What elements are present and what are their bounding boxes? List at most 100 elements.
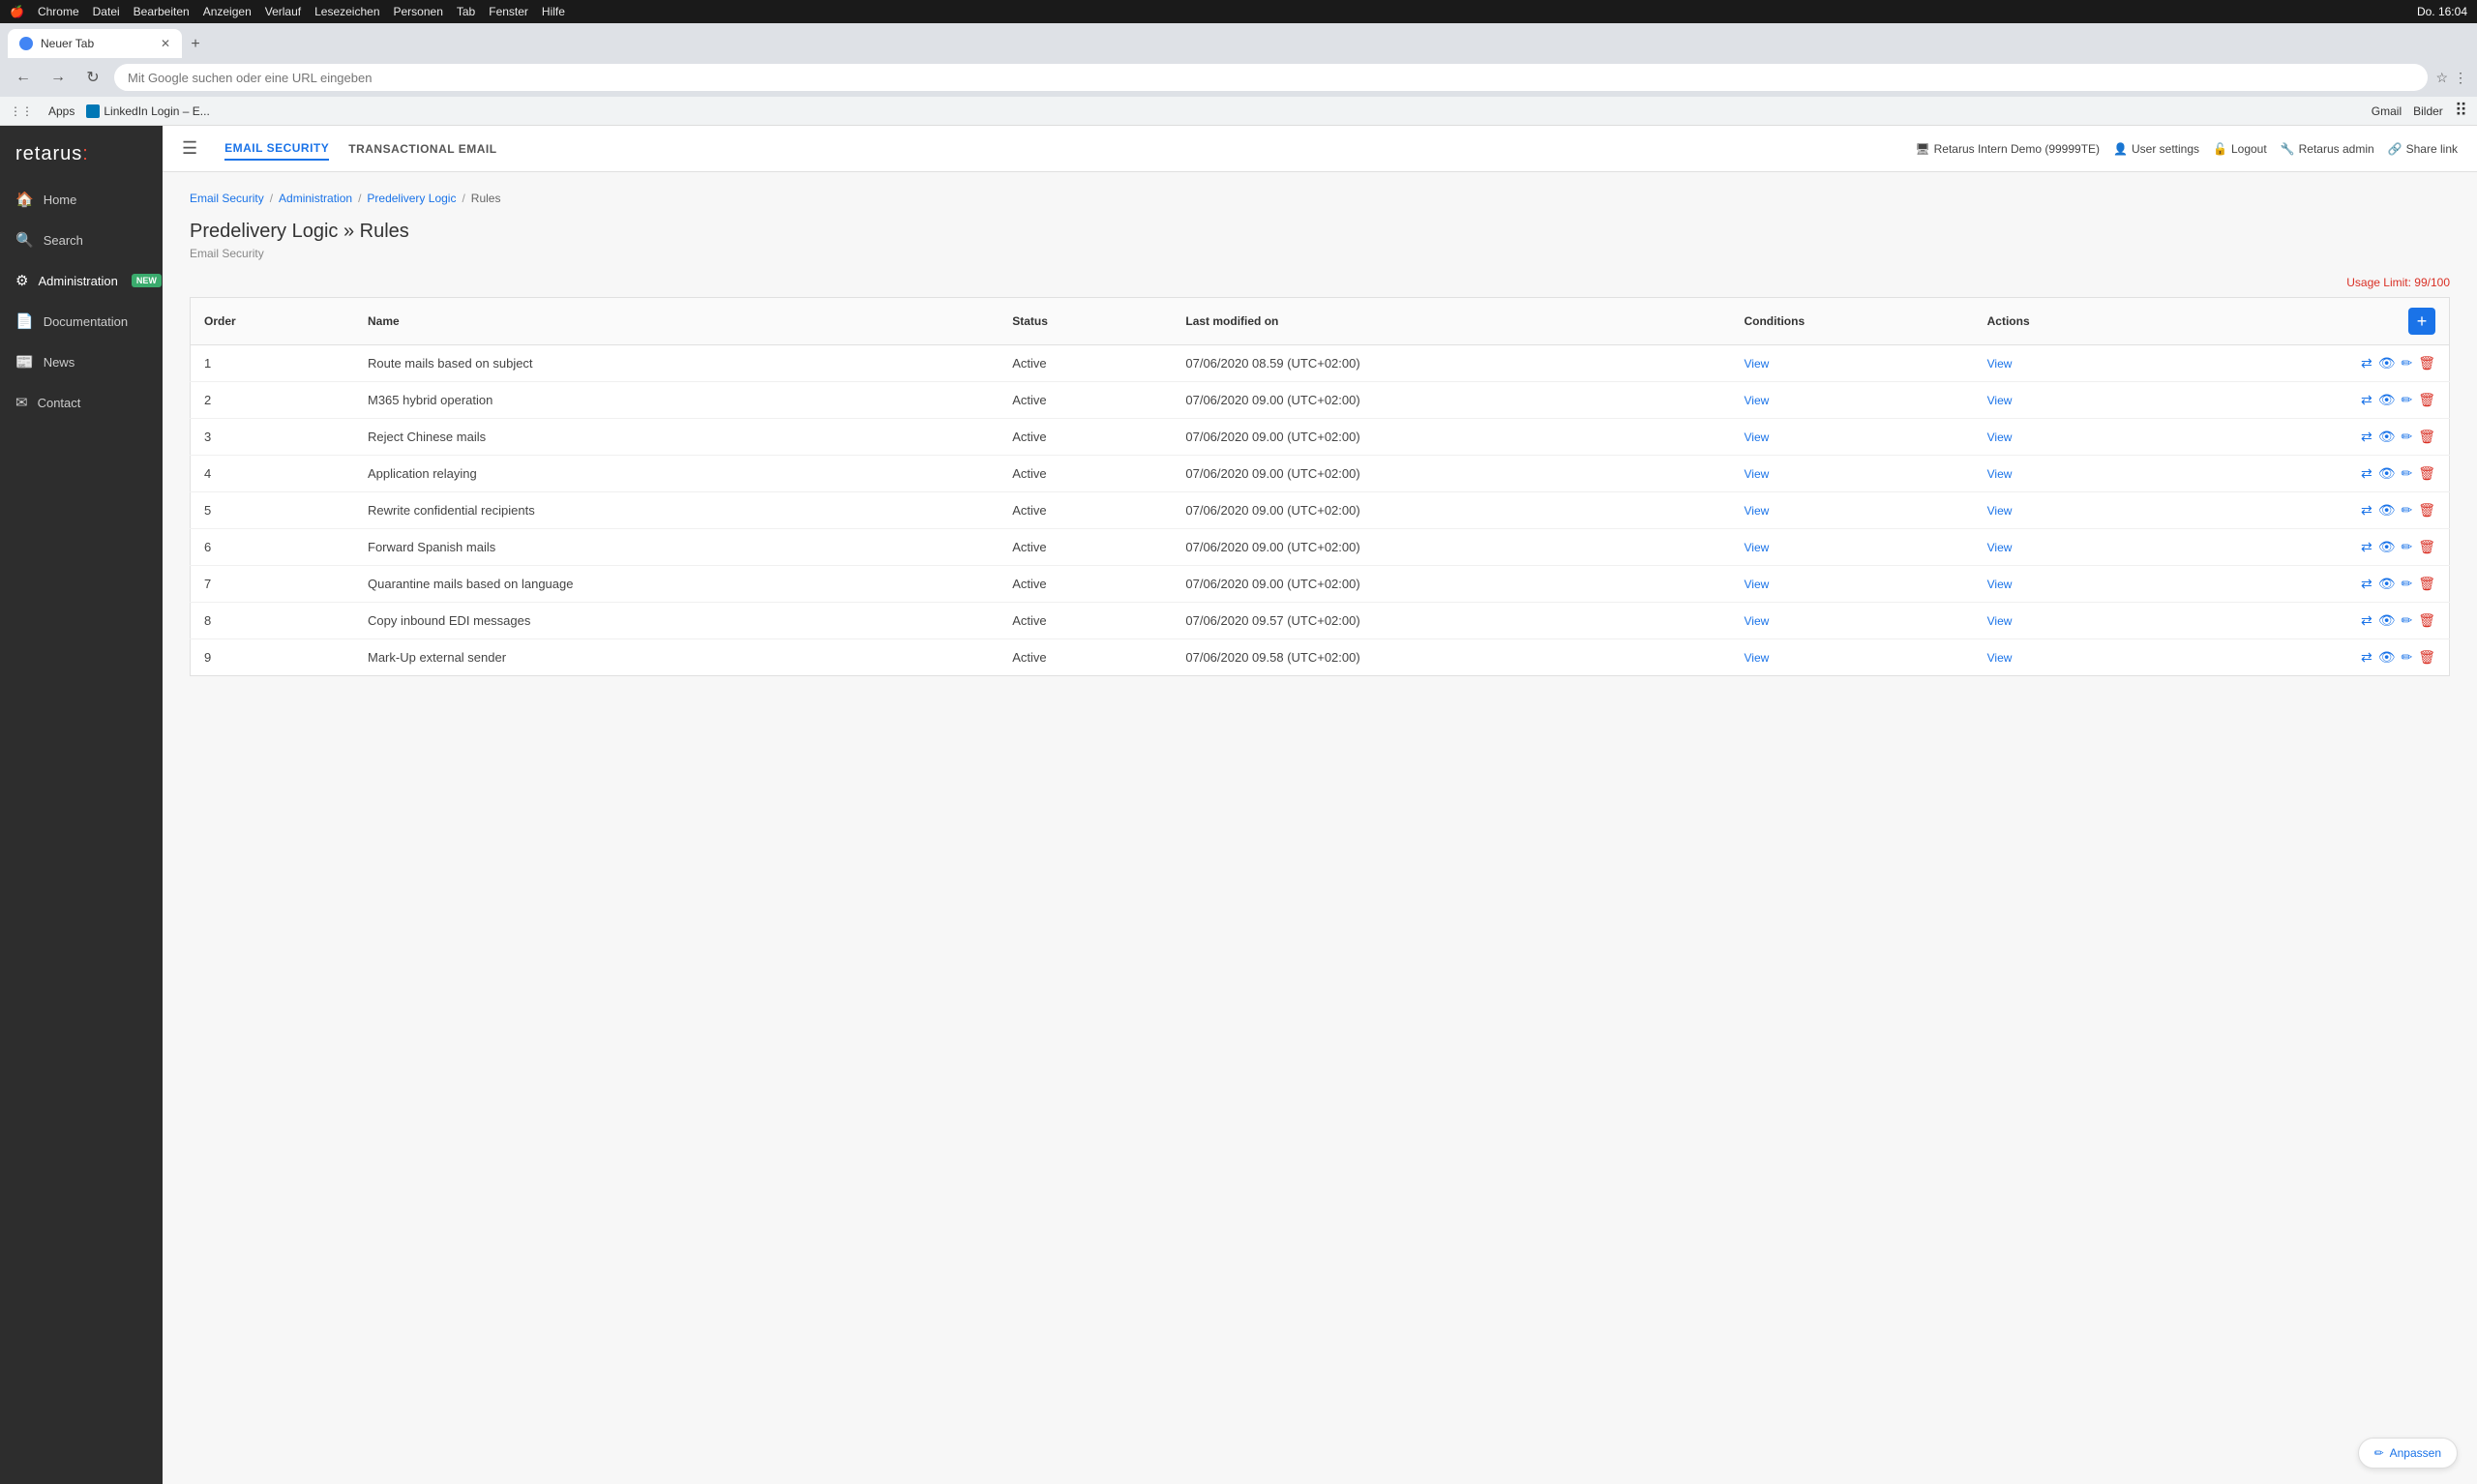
delete-icon[interactable]: 🗑 <box>2418 539 2435 555</box>
view-icon[interactable]: 👁 <box>2378 429 2396 445</box>
nav-transactional-email[interactable]: TRANSACTIONAL EMAIL <box>348 138 496 160</box>
menu-datei[interactable]: Datei <box>93 5 120 18</box>
breadcrumb-predelivery-logic[interactable]: Predelivery Logic <box>367 192 456 205</box>
menu-bearbeiten[interactable]: Bearbeiten <box>134 5 190 18</box>
menu-lesezeichen[interactable]: Lesezeichen <box>314 5 379 18</box>
nav-email-security[interactable]: EMAIL SECURITY <box>224 137 329 161</box>
view-icon[interactable]: 👁 <box>2378 576 2396 592</box>
refresh-button[interactable]: ↻ <box>79 64 106 91</box>
actions-view-link[interactable]: View <box>1987 430 2013 444</box>
copy-icon[interactable]: ⇄ <box>2361 355 2373 371</box>
actions-view-link[interactable]: View <box>1987 651 2013 665</box>
copy-icon[interactable]: ⇄ <box>2361 649 2373 666</box>
menu-chrome[interactable]: Chrome <box>38 5 79 18</box>
menu-fenster[interactable]: Fenster <box>489 5 528 18</box>
conditions-view-link[interactable]: View <box>1744 651 1769 665</box>
delete-icon[interactable]: 🗑 <box>2418 355 2435 371</box>
menu-personen[interactable]: Personen <box>394 5 443 18</box>
view-icon[interactable]: 👁 <box>2378 539 2396 555</box>
bilder-link[interactable]: Bilder <box>2413 104 2443 118</box>
actions-view-link[interactable]: View <box>1987 614 2013 628</box>
breadcrumb-administration[interactable]: Administration <box>279 192 352 205</box>
view-icon[interactable]: 👁 <box>2378 502 2396 519</box>
sidebar-item-documentation[interactable]: 📄 Documentation <box>0 301 163 341</box>
menu-anzeigen[interactable]: Anzeigen <box>203 5 252 18</box>
copy-icon[interactable]: ⇄ <box>2361 465 2373 482</box>
bookmark-apps[interactable]: Apps <box>48 104 75 118</box>
delete-icon[interactable]: 🗑 <box>2418 392 2435 408</box>
edit-icon[interactable]: ✏ <box>2401 612 2412 629</box>
new-tab-button[interactable]: + <box>182 31 209 58</box>
forward-button[interactable]: → <box>45 64 72 91</box>
delete-icon[interactable]: 🗑 <box>2418 502 2435 519</box>
sidebar-item-search[interactable]: 🔍 Search <box>0 220 163 260</box>
delete-icon[interactable]: 🗑 <box>2418 649 2435 666</box>
apps-grid-icon[interactable]: ⋮⋮ <box>10 104 33 118</box>
conditions-view-link[interactable]: View <box>1744 467 1769 481</box>
retarus-admin-button[interactable]: 🔧 Retarus admin <box>2281 142 2374 156</box>
copy-icon[interactable]: ⇄ <box>2361 539 2373 555</box>
bookmark-linkedin[interactable]: LinkedIn Login – E... <box>86 104 209 118</box>
sidebar-item-administration[interactable]: ⚙ Administration NEW <box>0 260 163 301</box>
delete-icon[interactable]: 🗑 <box>2418 429 2435 445</box>
edit-icon[interactable]: ✏ <box>2401 539 2412 555</box>
google-apps-icon[interactable]: ⠿ <box>2455 101 2467 121</box>
delete-icon[interactable]: 🗑 <box>2418 576 2435 592</box>
actions-view-link[interactable]: View <box>1987 357 2013 371</box>
view-icon[interactable]: 👁 <box>2378 465 2396 482</box>
view-icon[interactable]: 👁 <box>2378 649 2396 666</box>
share-link-button[interactable]: 🔗 Share link <box>2388 142 2458 156</box>
copy-icon[interactable]: ⇄ <box>2361 429 2373 445</box>
menu-tab[interactable]: Tab <box>457 5 475 18</box>
chrome-tab[interactable]: Neuer Tab ✕ <box>8 29 182 58</box>
tab-close-button[interactable]: ✕ <box>161 37 170 50</box>
bookmark-star-icon[interactable]: ☆ <box>2435 70 2448 86</box>
edit-icon[interactable]: ✏ <box>2401 576 2412 592</box>
menu-dots-icon[interactable]: ⋮ <box>2454 70 2467 86</box>
delete-icon[interactable]: 🗑 <box>2418 612 2435 629</box>
sidebar-item-contact[interactable]: ✉ Contact <box>0 382 163 423</box>
conditions-view-link[interactable]: View <box>1744 430 1769 444</box>
actions-view-link[interactable]: View <box>1987 578 2013 591</box>
apple-icon[interactable]: 🍎 <box>10 5 24 18</box>
gmail-link[interactable]: Gmail <box>2372 104 2402 118</box>
actions-view-link[interactable]: View <box>1987 467 2013 481</box>
delete-icon[interactable]: 🗑 <box>2418 465 2435 482</box>
back-button[interactable]: ← <box>10 64 37 91</box>
sidebar-item-home[interactable]: 🏠 Home <box>0 179 163 220</box>
actions-view-link[interactable]: View <box>1987 504 2013 518</box>
menu-verlauf[interactable]: Verlauf <box>265 5 301 18</box>
breadcrumb-email-security[interactable]: Email Security <box>190 192 264 205</box>
edit-icon[interactable]: ✏ <box>2401 392 2412 408</box>
view-icon[interactable]: 👁 <box>2378 392 2396 408</box>
conditions-view-link[interactable]: View <box>1744 357 1769 371</box>
conditions-view-link[interactable]: View <box>1744 578 1769 591</box>
add-rule-button[interactable]: + <box>2408 308 2435 335</box>
menu-hilfe[interactable]: Hilfe <box>542 5 565 18</box>
conditions-view-link[interactable]: View <box>1744 504 1769 518</box>
edit-icon[interactable]: ✏ <box>2401 502 2412 519</box>
actions-view-link[interactable]: View <box>1987 394 2013 407</box>
conditions-view-link[interactable]: View <box>1744 541 1769 554</box>
view-icon[interactable]: 👁 <box>2378 355 2396 371</box>
edit-icon[interactable]: ✏ <box>2401 649 2412 666</box>
cell-actions: View <box>1974 529 2166 566</box>
copy-icon[interactable]: ⇄ <box>2361 392 2373 408</box>
address-input[interactable] <box>114 64 2428 91</box>
sidebar-item-news[interactable]: 📰 News <box>0 341 163 382</box>
copy-icon[interactable]: ⇄ <box>2361 576 2373 592</box>
actions-view-link[interactable]: View <box>1987 541 2013 554</box>
edit-icon[interactable]: ✏ <box>2401 465 2412 482</box>
logout-button[interactable]: 🔓 Logout <box>2213 142 2267 156</box>
conditions-view-link[interactable]: View <box>1744 394 1769 407</box>
edit-icon[interactable]: ✏ <box>2401 355 2412 371</box>
hamburger-icon[interactable]: ☰ <box>182 138 197 159</box>
edit-icon[interactable]: ✏ <box>2401 429 2412 445</box>
copy-icon[interactable]: ⇄ <box>2361 502 2373 519</box>
conditions-view-link[interactable]: View <box>1744 614 1769 628</box>
user-settings-button[interactable]: 👤 User settings <box>2113 142 2199 156</box>
tenant-info[interactable]: 🖥 Retarus Intern Demo (99999TE) <box>1915 142 2100 156</box>
anpassen-button[interactable]: ✏ Anpassen <box>2358 1438 2458 1469</box>
copy-icon[interactable]: ⇄ <box>2361 612 2373 629</box>
view-icon[interactable]: 👁 <box>2378 612 2396 629</box>
